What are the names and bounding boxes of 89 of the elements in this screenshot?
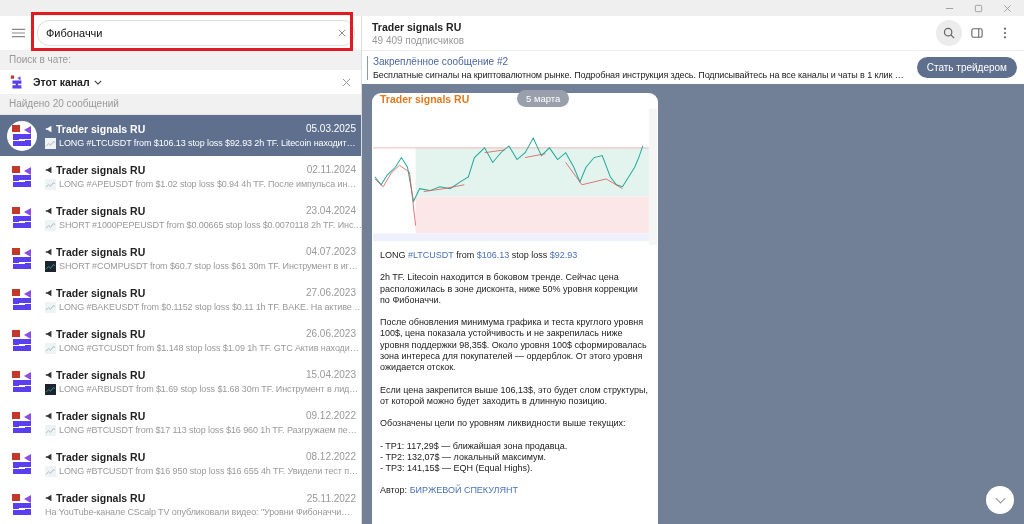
- message-paragraph: - TP1: 117,29$ — ближайшая зона продавца. - TP2: 132,07$ — локальный максимум. - TP3: 141,15$ — EQH (Equal Highs).: [380, 440, 569, 475]
- chart-thumbnail-icon: [45, 424, 56, 436]
- scroll-down-button[interactable]: [986, 486, 1014, 514]
- result-date: 27.06.2023: [305, 287, 356, 298]
- chart-thumbnail-icon: [45, 342, 56, 354]
- chart-thumbnail-icon: [45, 301, 56, 313]
- chart-thumbnail-icon: [45, 260, 56, 272]
- chevron-icon: [93, 79, 102, 85]
- message-paragraph: 2h TF. Litecoin находится в боковом тренде. Сейчас цена расположилась в зоне дисконта, ниже 50% уровня коррекции по Фибоначчи.: [380, 272, 639, 307]
- scope-dropdown[interactable]: Этот канал: [33, 76, 102, 88]
- close-icon[interactable]: [342, 77, 351, 87]
- result-date: 26.06.2023: [305, 328, 356, 339]
- message-preview: LONG #ARBUSDT from $1.69 stop loss $1.68 30m TF. Инструмент в лид…: [59, 384, 359, 394]
- search-value: Фибоначчи: [46, 27, 104, 39]
- search-icon: [943, 27, 955, 39]
- message-paragraph: Если цена закрепится выше 106,13$, это будет слом структуры, от которой можно будет заходить в длинную позицию.: [380, 384, 649, 408]
- headline-text: from: [455, 250, 476, 260]
- channel-name: Trader signals RU: [56, 245, 146, 258]
- message-preview: SHORT #COMPUSDT from $60.7 stop loss $61 30m TF. Инструмент в иг…: [59, 261, 358, 271]
- channel-name: Trader signals RU: [56, 327, 146, 340]
- author-link[interactable]: БИРЖЕВОЙ СПЕКУЛЯНТ: [409, 485, 519, 496]
- pinned-title[interactable]: Закреплённое сообщение #2: [373, 55, 912, 67]
- channel-name: Trader signals RU: [56, 368, 146, 381]
- chart-thumbnail-icon: [45, 178, 56, 190]
- chart-thumbnail-icon: [45, 383, 56, 395]
- channel-name: Trader signals RU: [56, 492, 146, 504]
- author-line: Автор: БИРЖЕВОЙ СПЕКУЛЯНТ: [380, 485, 520, 497]
- search-field[interactable]: Фибоначчи: [37, 20, 355, 46]
- subscriber-count: 49 409 подписчиков: [372, 34, 465, 46]
- message-preview: LONG #GTCUSDT from $1.148 stop loss $1.09 1h TF. GTC Актив находи…: [59, 343, 359, 353]
- megaphone-icon: [45, 411, 53, 420]
- channel-name: Trader signals RU: [56, 450, 146, 463]
- section-label: Поиск в чате:: [0, 50, 361, 70]
- megaphone-icon: [45, 206, 53, 215]
- hashtag-link[interactable]: $92.93: [549, 250, 578, 260]
- menu-icon[interactable]: [12, 28, 25, 38]
- channel-name: Trader signals RU: [56, 204, 146, 217]
- chevron-down-icon: [994, 496, 1006, 504]
- maximize-icon[interactable]: [974, 3, 983, 13]
- channel-avatar-icon: [7, 120, 37, 151]
- channel-name: Trader signals RU: [56, 409, 146, 422]
- date-pill: 5 марта: [517, 90, 570, 107]
- megaphone-icon: [45, 124, 53, 133]
- channel-name: Trader signals RU: [56, 163, 146, 176]
- megaphone-icon: [45, 370, 53, 379]
- message-preview: LONG #LTCUSDT from $106.13 stop loss $92.93 2h TF. Litecoin находит…: [59, 138, 356, 148]
- result-date: 09.12.2022: [305, 410, 356, 421]
- hashtag-link[interactable]: $106.13: [476, 250, 510, 260]
- megaphone-icon: [45, 247, 53, 256]
- become-trader-button[interactable]: Стать трейдером: [916, 57, 1017, 78]
- clear-icon[interactable]: [338, 29, 346, 37]
- chart-thumbnail-icon: [45, 137, 56, 149]
- result-date: 05.03.2025: [305, 123, 356, 134]
- result-date: 25.11.2022: [306, 492, 356, 504]
- megaphone-icon: [45, 329, 53, 338]
- message-preview: LONG #BTCUSDT from $16 950 stop loss $16 655 4h TF. Увидели тест п…: [59, 466, 358, 476]
- close-icon[interactable]: [1003, 3, 1012, 13]
- result-date: 15.04.2023: [305, 369, 356, 380]
- message-paragraph: Обозначены цели по уровням ликвидности выше текущих:: [380, 418, 627, 430]
- result-date: 23.04.2024: [305, 205, 356, 216]
- message-preview: LONG #BAKEUSDT from $0.1152 stop loss $0.11 1h TF. BAKE. На активе …: [59, 302, 361, 312]
- message-preview: SHORT #1000PEPEUSDT from $0.00665 stop loss $0.0070118 2h TF. Инс…: [59, 220, 361, 230]
- chart-thumbnail-icon: [45, 219, 56, 231]
- results-count: Найдено 20 сообщений: [0, 94, 361, 114]
- channel-logo-icon: [10, 75, 23, 89]
- hashtag-link[interactable]: #LTCUSDT: [408, 250, 454, 260]
- message-author: Trader signals RU: [380, 93, 470, 105]
- message-paragraph: После обновления минимума графика и теста круглого уровня 100$, цена показала устойчивость и не закрепилась ниже уровня поддержки 98,35$. Около уровня 100$ сформировалась зона интереса для покупателей — ордерблок. От этого уровня ожидается отскок.: [380, 317, 648, 374]
- result-date: 02.11.2024: [306, 164, 356, 175]
- chart-thumbnail-icon: [45, 465, 56, 477]
- message-preview: LONG #BTCUSDT from $17 113 stop loss $16 960 1h TF. Разгружаем пе…: [59, 425, 357, 435]
- message-preview: На YouTube-канале CScalp TV опубликовали видео: "Уровни Фибоначчи…: [45, 507, 351, 517]
- search-button[interactable]: [936, 20, 962, 46]
- more-icon: [1003, 27, 1007, 39]
- search-result[interactable]: Trader signals RU 05.03.2025 LONG #LTCUSDT from $106.13 stop loss $92.93 2h TF. Litecoin находит…: [0, 115, 361, 156]
- channel-name: Trader signals RU: [56, 286, 146, 299]
- chat-title: Trader signals RU: [372, 20, 463, 33]
- result-date: 04.07.2023: [305, 246, 356, 257]
- message-preview: LONG #APEUSDT from $1.02 stop loss $0.94 4h TF. После импульса ин…: [59, 179, 357, 189]
- headline-text: stop loss: [510, 250, 549, 260]
- megaphone-icon: [45, 165, 53, 174]
- megaphone-icon: [45, 288, 53, 297]
- result-date: 08.12.2022: [305, 451, 356, 462]
- pinned-text: Бесплатные сигналы на криптовалютном рынке. Подробная инструкция здесь. Подписывайтесь на все каналы и чаты в 1 клик …: [373, 69, 905, 80]
- channel-name: Trader signals RU: [56, 122, 146, 135]
- megaphone-icon: [45, 494, 53, 502]
- sidebar-icon: [971, 27, 983, 39]
- megaphone-icon: [45, 452, 53, 461]
- headline-text: LONG: [380, 250, 407, 260]
